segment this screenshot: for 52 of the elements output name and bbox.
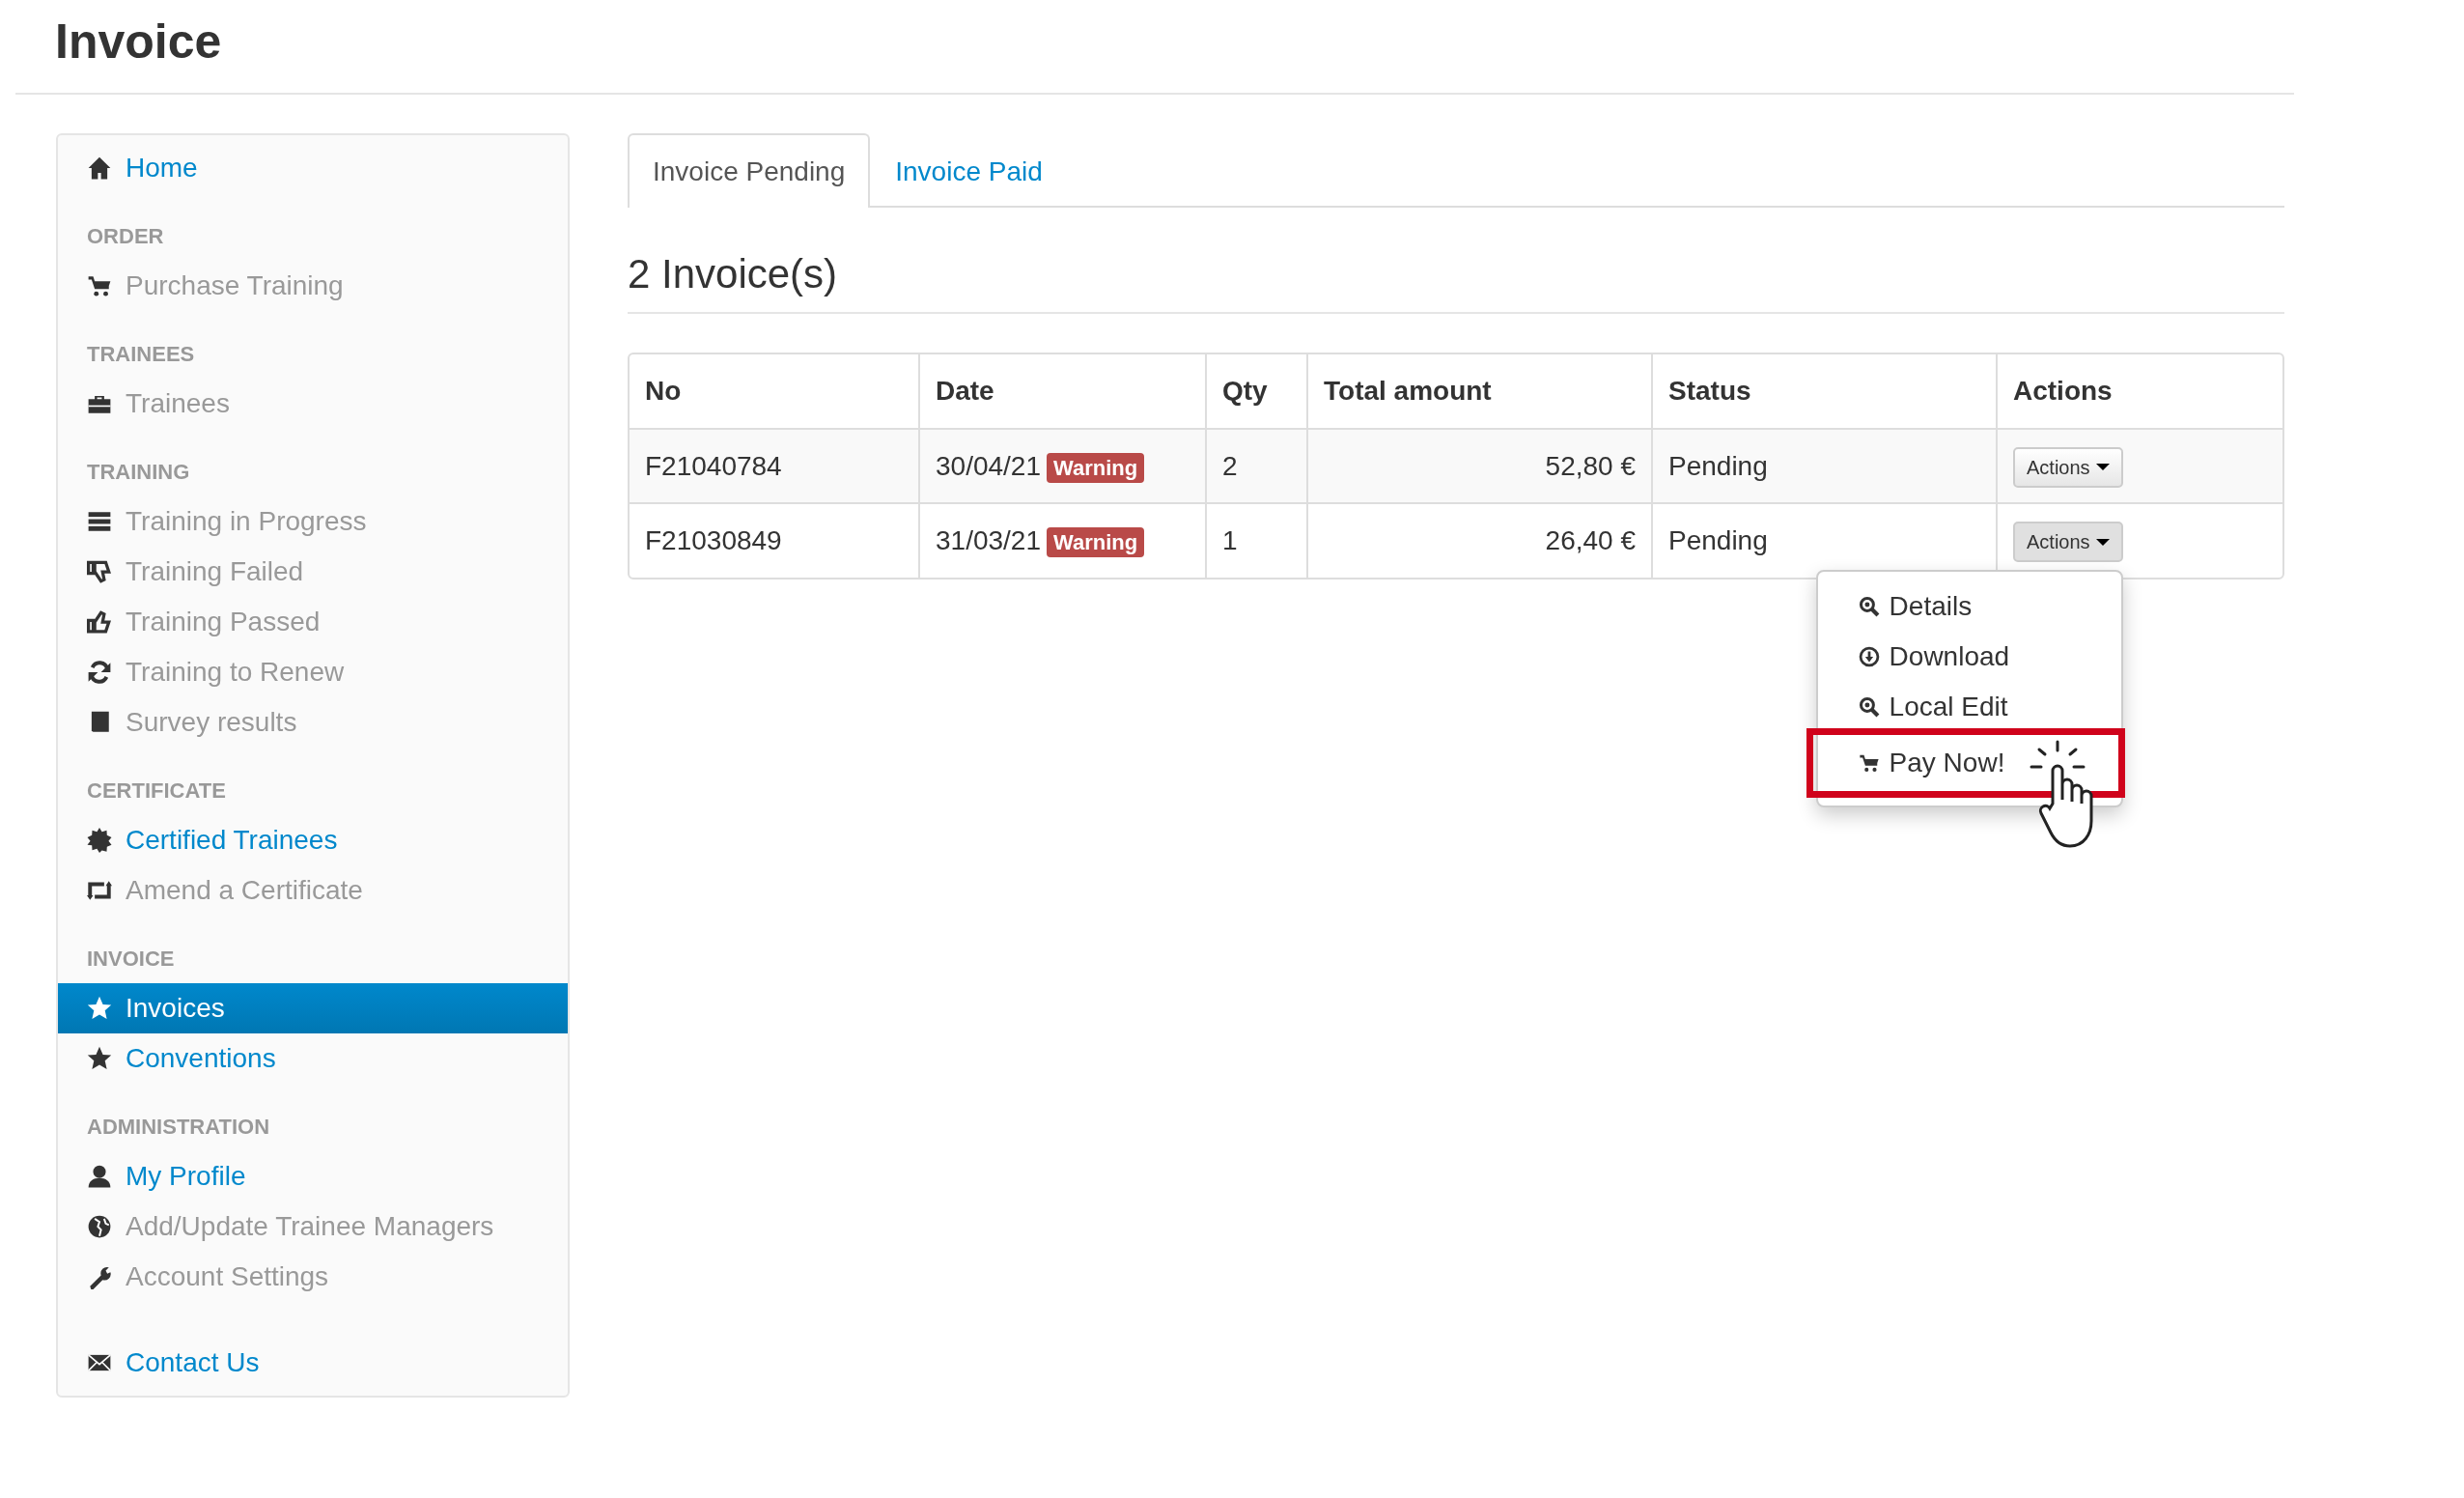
column-header: No xyxy=(630,354,919,430)
table-cell: 2 xyxy=(1206,429,1307,504)
star-icon xyxy=(87,996,112,1021)
zoom-in-icon xyxy=(1858,596,1880,618)
star-icon xyxy=(87,1046,112,1071)
actions-dropdown-button[interactable]: Actions xyxy=(2013,522,2123,563)
refresh-icon xyxy=(87,660,112,685)
sidebar-item[interactable]: Conventions xyxy=(58,1033,568,1084)
zoom-in-icon xyxy=(1858,696,1880,719)
menu-item[interactable]: Pay Now! xyxy=(1809,732,2121,795)
globe-icon xyxy=(87,1214,112,1239)
page-title: Invoice xyxy=(55,14,223,71)
warning-badge: Warning xyxy=(1047,452,1145,483)
user-icon xyxy=(87,1164,112,1189)
table-cell: F21030849 xyxy=(630,503,919,579)
caret-icon xyxy=(2095,463,2110,472)
thumbs-down-icon xyxy=(87,559,112,584)
cart-icon xyxy=(87,273,112,298)
table-cell: 1 xyxy=(1206,503,1307,579)
invoice-count-heading: 2 Invoice(s) xyxy=(628,250,2284,315)
wrench-icon xyxy=(87,1264,112,1289)
date-text: 30/04/21 xyxy=(936,450,1041,481)
warning-badge: Warning xyxy=(1047,527,1145,558)
starburst-icon xyxy=(87,828,112,853)
section-heading: ADMINISTRATION xyxy=(86,1113,271,1141)
section-heading: CERTIFICATE xyxy=(86,777,227,805)
caret-icon xyxy=(2095,537,2110,547)
sidebar-item[interactable]: Certified Trainees xyxy=(58,815,568,865)
date-text: 31/03/21 xyxy=(936,525,1041,556)
table-cell: Pending xyxy=(1652,429,1997,504)
list-icon xyxy=(87,509,112,534)
table-cell: 52,80 € xyxy=(1307,429,1652,504)
table-cell: 26,40 € xyxy=(1307,503,1652,579)
actions-dropdown-button[interactable]: Actions xyxy=(2013,446,2123,488)
menu-item[interactable]: Download xyxy=(1817,632,2121,683)
section-heading: ORDER xyxy=(86,222,165,250)
sidebar-item[interactable]: Invoices xyxy=(58,983,568,1033)
thumbs-up-icon xyxy=(87,609,112,635)
section-heading: INVOICE xyxy=(86,945,176,973)
sidebar-item[interactable]: Home xyxy=(58,143,568,193)
tab[interactable]: Invoice Pending xyxy=(628,133,871,208)
table-cell: F21040784 xyxy=(630,429,919,504)
section-heading: TRAINING xyxy=(86,458,191,486)
home-icon xyxy=(87,155,112,181)
download-icon xyxy=(1858,646,1880,668)
sidebar-item[interactable]: Contact Us xyxy=(58,1338,568,1388)
menu-item[interactable]: Local Edit xyxy=(1817,682,2121,733)
section-heading: TRAINEES xyxy=(86,340,196,368)
sidebar-item[interactable]: My Profile xyxy=(58,1151,568,1201)
menu-item[interactable]: Details xyxy=(1817,581,2121,633)
tab[interactable]: Invoice Paid xyxy=(870,133,1068,208)
cart-icon xyxy=(1858,752,1880,775)
